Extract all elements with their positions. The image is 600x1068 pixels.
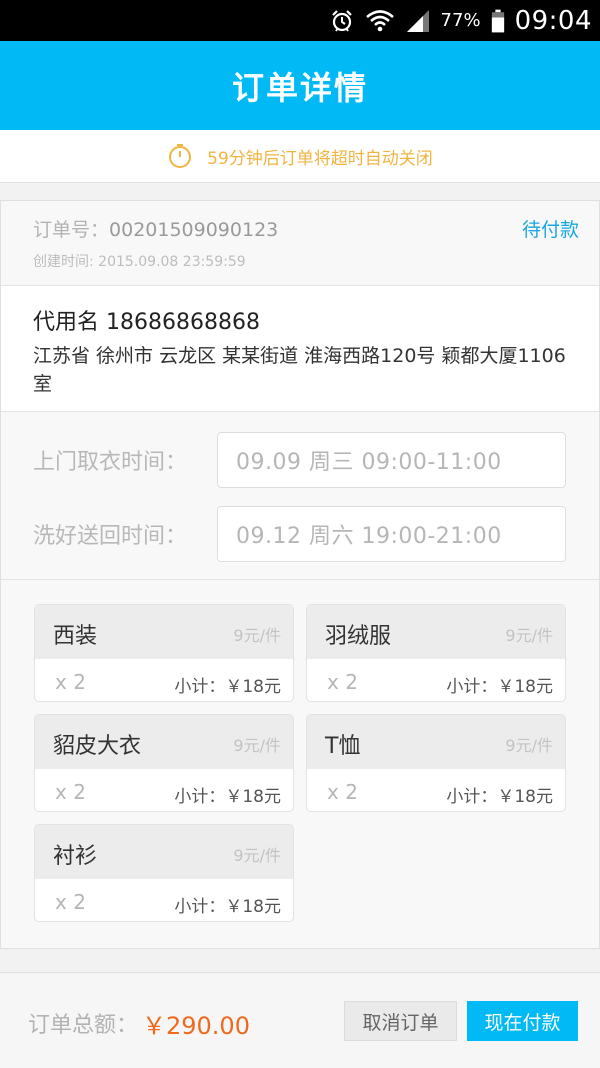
item-subtotal: 小计：￥18元: [174, 787, 281, 807]
order-created-label: 创建时间:: [33, 254, 94, 270]
battery-icon: [491, 9, 504, 32]
pay-now-button[interactable]: 现在付款: [467, 1001, 578, 1041]
app-bar: 订单详情: [0, 41, 600, 130]
item-header: 羽绒服 9元/件: [307, 605, 565, 659]
item-quantity: x 2: [55, 890, 86, 914]
order-created-value: 2015.09.08 23:59:59: [98, 254, 246, 270]
item-header: 衬衫 9元/件: [35, 825, 293, 879]
item-name: 貂皮大衣: [53, 734, 142, 759]
clothing-items: 西装 9元/件 x 2 小计：￥18元 羽绒服 9元/件 x 2 小计：￥18元…: [1, 580, 599, 948]
item-quantity: x 2: [327, 670, 358, 694]
item-subtotal: 小计：￥18元: [446, 677, 553, 697]
address-text: 江苏省 徐州市 云龙区 某某街道 淮海西路120号 颖都大厦1106室: [33, 345, 566, 395]
pickup-time-row: 上门取衣时间： 09.09 周三 09:00-11:00: [33, 431, 566, 489]
status-time: 09:04: [514, 5, 592, 36]
item-name: 羽绒服: [325, 624, 392, 649]
order-number-label: 订单号：: [33, 219, 110, 241]
timer-icon: [169, 144, 192, 168]
page-title: 订单详情: [231, 68, 368, 107]
wifi-icon: [365, 9, 394, 31]
item-subtotal: 小计：￥18元: [446, 787, 553, 807]
status-bar-right: 77% 09:04: [329, 0, 592, 41]
item-name: 衬衫: [53, 844, 98, 869]
item-price: 9元/件: [233, 846, 281, 865]
order-card: 订单号：00201509090123 待付款 创建时间: 2015.09.08 …: [0, 200, 600, 949]
item-price: 9元/件: [505, 736, 553, 755]
contact-name-phone: 代用名 18686868868: [33, 310, 260, 335]
delivery-address: 代用名 18686868868 江苏省 徐州市 云龙区 某某街道 淮海西路120…: [1, 286, 599, 412]
return-time-label: 洗好送回时间：: [33, 524, 188, 549]
order-status: 待付款: [521, 219, 579, 241]
item-header: 西装 9元/件: [35, 605, 293, 659]
item-name: T恤: [325, 734, 361, 759]
item-price: 9元/件: [233, 736, 281, 755]
item-quantity: x 2: [327, 780, 358, 804]
total-label: 订单总额：: [28, 1013, 139, 1038]
pickup-time-field[interactable]: 09.09 周三 09:00-11:00: [217, 432, 566, 488]
item-price: 9元/件: [505, 626, 553, 645]
clothing-item: 衬衫 9元/件 x 2 小计：￥18元: [34, 824, 294, 922]
battery-percent: 77%: [440, 10, 481, 31]
item-price: 9元/件: [233, 626, 281, 645]
order-footer: 订单总额： ￥290.00 取消订单 现在付款: [0, 972, 600, 1068]
item-subtotal: 小计：￥18元: [174, 677, 281, 697]
return-time-field[interactable]: 09.12 周六 19:00-21:00: [217, 506, 566, 562]
item-name: 西装: [53, 624, 98, 649]
status-bar: 77% 09:04: [0, 0, 600, 41]
clothing-item: T恤 9元/件 x 2 小计：￥18元: [306, 714, 566, 812]
alarm-icon: [331, 9, 352, 32]
clothing-item: 西装 9元/件 x 2 小计：￥18元: [34, 604, 294, 702]
order-header: 订单号：00201509090123 待付款 创建时间: 2015.09.08 …: [1, 201, 599, 286]
cancel-order-button[interactable]: 取消订单: [344, 1001, 457, 1041]
order-number: 订单号：00201509090123: [33, 215, 278, 242]
pickup-time-label: 上门取衣时间：: [33, 450, 188, 475]
item-quantity: x 2: [55, 780, 86, 804]
return-time-row: 洗好送回时间： 09.12 周六 19:00-21:00: [33, 505, 566, 563]
item-header: T恤 9元/件: [307, 715, 565, 769]
clothing-item: 羽绒服 9元/件 x 2 小计：￥18元: [306, 604, 566, 702]
service-times: 上门取衣时间： 09.09 周三 09:00-11:00 洗好送回时间： 09.…: [1, 412, 599, 580]
clothing-item: 貂皮大衣 9元/件 x 2 小计：￥18元: [34, 714, 294, 812]
timeout-notice-text: 59分钟后订单将超时自动关闭: [207, 148, 433, 169]
order-created-time: 创建时间: 2015.09.08 23:59:59: [33, 251, 246, 271]
total-amount: ￥290.00: [142, 1012, 250, 1040]
order-number-value: 00201509090123: [109, 219, 279, 241]
item-header: 貂皮大衣 9元/件: [35, 715, 293, 769]
signal-icon: [406, 9, 429, 32]
item-quantity: x 2: [55, 670, 86, 694]
timeout-notice: 59分钟后订单将超时自动关闭: [0, 130, 600, 183]
item-subtotal: 小计：￥18元: [174, 897, 281, 917]
